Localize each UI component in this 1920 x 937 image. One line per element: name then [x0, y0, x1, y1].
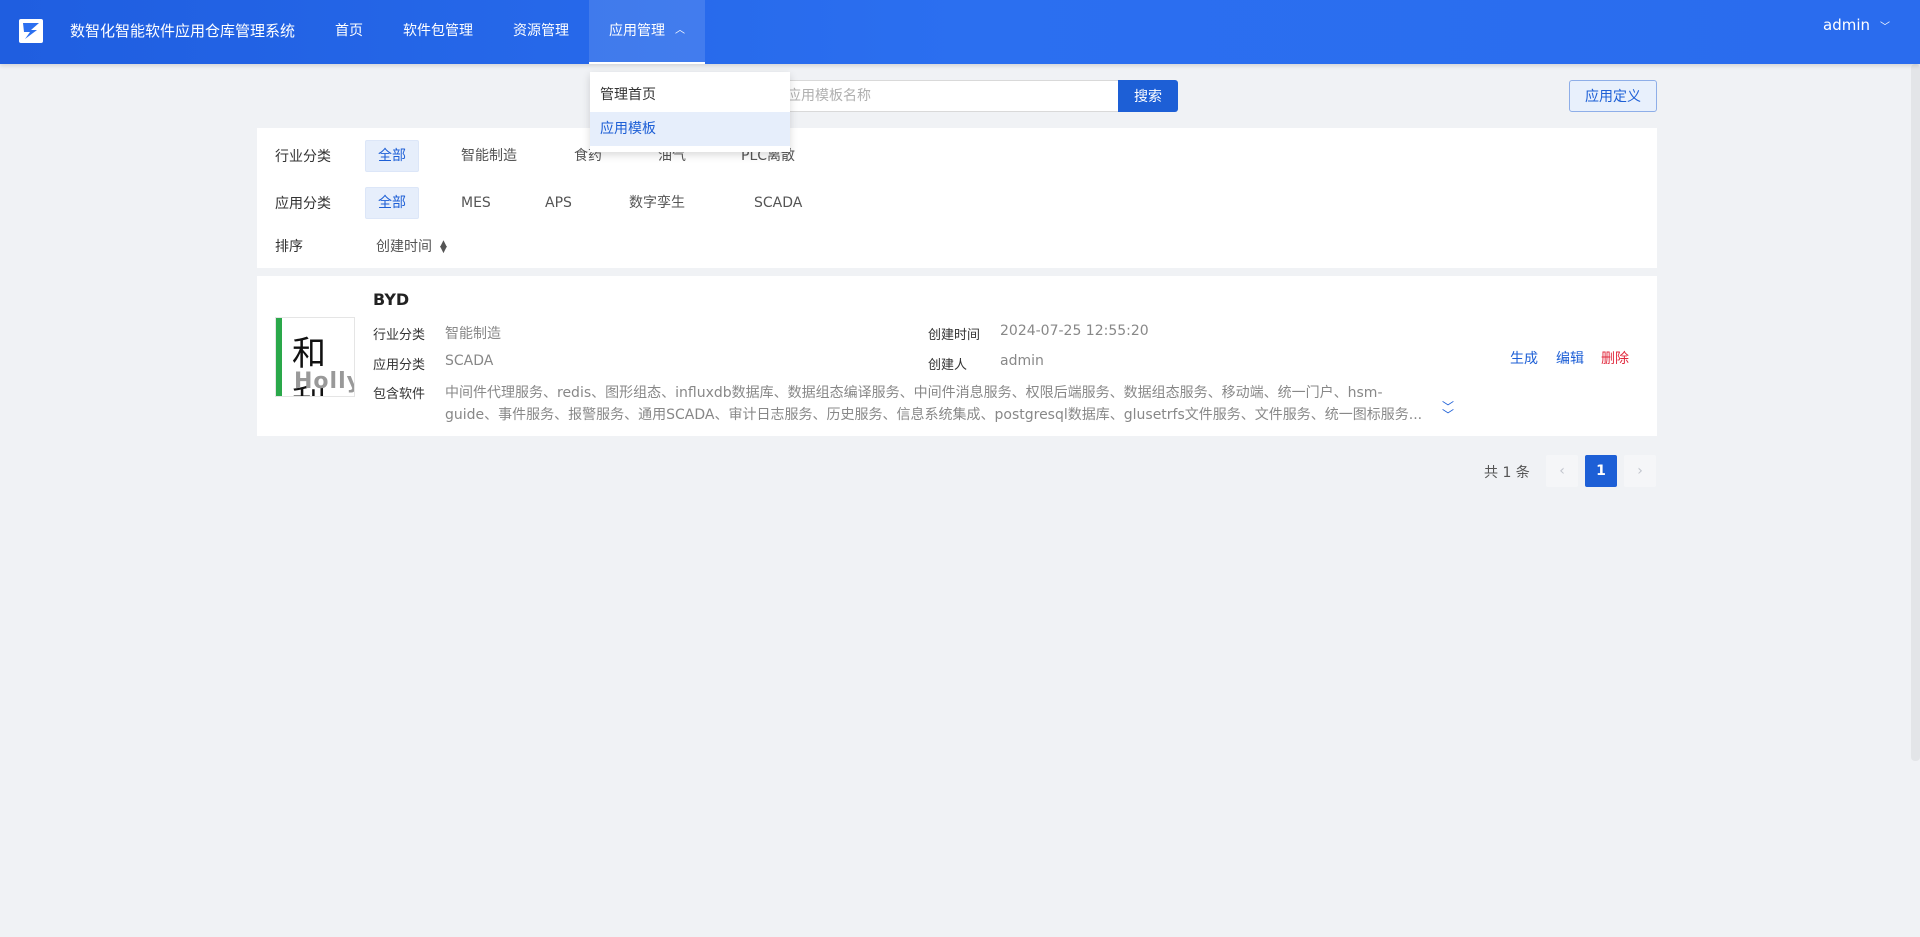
- nav-package-management[interactable]: 软件包管理: [383, 0, 493, 64]
- industry-filter-row: 行业分类 全部 智能制造 食药 油气 PLC离散: [257, 140, 1657, 172]
- app-define-button[interactable]: 应用定义: [1569, 80, 1657, 112]
- vertical-scrollbar[interactable]: [1911, 64, 1920, 761]
- industry-filter-label: 行业分类: [275, 149, 331, 165]
- dropdown-item-manage-home[interactable]: 管理首页: [590, 78, 790, 112]
- main-nav: 首页 软件包管理 资源管理 应用管理 ︿: [315, 0, 705, 64]
- app-option-aps[interactable]: APS: [533, 187, 584, 219]
- creator-label: 创建人: [928, 358, 968, 373]
- industry-option-smart-manufacturing[interactable]: 智能制造: [449, 140, 529, 172]
- chevron-up-icon: ︿: [675, 25, 685, 36]
- industry-option-all[interactable]: 全部: [365, 140, 419, 172]
- sort-created-time[interactable]: 创建时间 ▲ ▼: [376, 236, 447, 256]
- chevron-down-icon: ﹀: [1880, 22, 1890, 33]
- pagination-page-current[interactable]: 1: [1585, 455, 1617, 487]
- nav-app-management-label: 应用管理: [609, 23, 665, 39]
- created-time-value: 2024-07-25 12:55:20: [1000, 323, 1149, 339]
- app-filter-row: 应用分类 全部 MES APS 数字孪生 SCADA: [257, 187, 1657, 219]
- creator-value: admin: [1000, 353, 1044, 369]
- thumbnail-brand: Holly: [294, 369, 354, 394]
- software-list: 中间件代理服务、redis、图形组态、influxdb数据库、数据组态编译服务、…: [445, 385, 1423, 423]
- app-option-digital-twin[interactable]: 数字孪生: [617, 187, 697, 219]
- template-card: 和利 Holly BYD 行业分类 智能制造 应用分类 SCADA 包含软件 中…: [257, 276, 1657, 436]
- app-option-scada[interactable]: SCADA: [742, 187, 814, 219]
- industry-value: 智能制造: [445, 326, 501, 342]
- app-option-mes[interactable]: MES: [449, 187, 503, 219]
- edit-button[interactable]: 编辑: [1556, 348, 1584, 368]
- search-input[interactable]: [770, 80, 1118, 112]
- pagination-total: 共 1 条: [1484, 465, 1530, 481]
- sort-row: 排序 创建时间 ▲ ▼: [257, 230, 1657, 262]
- user-name: admin: [1823, 16, 1870, 34]
- nav-resource-management[interactable]: 资源管理: [493, 0, 589, 64]
- app-filter-label: 应用分类: [275, 196, 331, 212]
- top-header: 数智化智能软件应用仓库管理系统 首页 软件包管理 资源管理 应用管理 ︿ admi…: [0, 0, 1920, 64]
- app-management-dropdown: 管理首页 应用模板: [590, 72, 790, 152]
- app-category-value: SCADA: [445, 353, 494, 369]
- nav-home[interactable]: 首页: [315, 0, 383, 64]
- app-category-label: 应用分类: [373, 358, 426, 373]
- sort-caret-icon: ▲ ▼: [440, 239, 447, 255]
- sort-created-time-label: 创建时间: [376, 239, 432, 255]
- app-title: 数智化智能软件应用仓库管理系统: [70, 22, 296, 40]
- thumbnail-accent-bar: [276, 318, 282, 396]
- chevron-right-icon[interactable]: ›: [1624, 455, 1656, 487]
- template-thumbnail: 和利 Holly: [275, 317, 355, 397]
- app-option-all[interactable]: 全部: [365, 187, 419, 219]
- filter-panel: 行业分类 全部 智能制造 食药 油气 PLC离散 应用分类 全部 MES APS…: [257, 128, 1657, 268]
- template-title: BYD: [373, 290, 410, 309]
- nav-app-management[interactable]: 应用管理 ︿: [589, 0, 705, 64]
- chevron-left-icon[interactable]: ‹: [1546, 455, 1578, 487]
- industry-label: 行业分类: [373, 328, 426, 343]
- expand-double-chevron-icon[interactable]: ﹀ ﹀: [1442, 401, 1454, 421]
- delete-button[interactable]: 删除: [1601, 348, 1629, 368]
- created-time-label: 创建时间: [928, 328, 981, 343]
- search-button[interactable]: 搜索: [1118, 80, 1178, 112]
- user-menu[interactable]: admin ﹀: [1823, 16, 1890, 34]
- dropdown-item-app-template[interactable]: 应用模板: [590, 112, 790, 146]
- app-logo-icon[interactable]: [19, 19, 43, 43]
- generate-button[interactable]: 生成: [1510, 348, 1538, 368]
- sort-label: 排序: [275, 239, 303, 255]
- software-label: 包含软件: [373, 387, 426, 402]
